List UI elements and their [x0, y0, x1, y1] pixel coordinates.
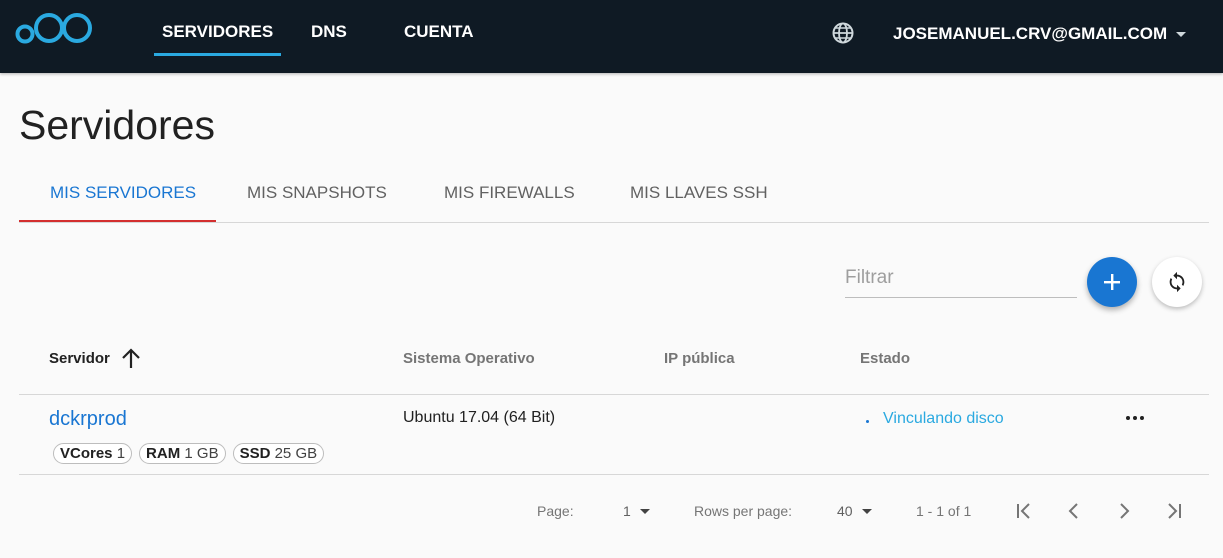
status-spinner-icon — [866, 420, 869, 423]
tab-mis-servidores[interactable]: MIS SERVIDORES — [50, 183, 196, 203]
server-spec-chips: VCores 1 RAM 1 GB SSD 25 GB — [53, 443, 325, 464]
user-email[interactable]: JOSEMANUEL.CRV@GMAIL.COM — [893, 24, 1167, 44]
refresh-button[interactable] — [1152, 257, 1202, 307]
chip-ram: RAM 1 GB — [139, 443, 226, 464]
tab-mis-llaves-ssh[interactable]: MIS LLAVES SSH — [630, 183, 768, 203]
column-header-servidor[interactable]: Servidor — [49, 350, 110, 367]
chip-label: VCores — [60, 445, 113, 462]
plus-icon — [1104, 274, 1120, 290]
tab-mis-firewalls[interactable]: MIS FIREWALLS — [444, 183, 575, 203]
page-caret-down-icon[interactable] — [640, 509, 650, 514]
chip-label: SSD — [239, 445, 271, 462]
more-horizontal-icon[interactable] — [1125, 408, 1145, 428]
header-divider — [19, 394, 1209, 395]
arrow-up-icon[interactable] — [120, 346, 142, 370]
row-divider — [19, 474, 1209, 475]
column-header-sistema-operativo[interactable]: Sistema Operativo — [403, 350, 535, 367]
logo[interactable] — [14, 10, 94, 46]
pagination-range: 1 - 1 of 1 — [916, 503, 972, 519]
chip-ssd: SSD 25 GB — [232, 443, 325, 464]
active-tab-indicator — [19, 220, 216, 222]
page-label: Page: — [537, 503, 574, 519]
server-os: Ubuntu 17.04 (64 Bit) — [403, 409, 556, 426]
chip-value: 1 GB — [184, 445, 219, 462]
server-name-link[interactable]: dckrprod — [49, 408, 127, 431]
tab-bar: MIS SERVIDORES MIS SNAPSHOTS MIS FIREWAL… — [19, 163, 1209, 223]
filter-input[interactable] — [845, 258, 1077, 298]
caret-down-icon[interactable] — [1176, 32, 1186, 37]
nav-cuenta[interactable]: CUENTA — [404, 22, 474, 42]
nav-dns[interactable]: DNS — [311, 22, 347, 42]
chip-value: 1 — [116, 445, 126, 462]
last-page-icon[interactable] — [1163, 499, 1185, 523]
add-server-button[interactable] — [1087, 257, 1137, 307]
first-page-icon[interactable] — [1013, 499, 1035, 523]
chip-vcores: VCores 1 — [53, 443, 133, 464]
page-select-value[interactable]: 1 — [623, 503, 631, 519]
previous-page-icon[interactable] — [1063, 499, 1085, 523]
column-header-ip-publica[interactable]: IP pública — [664, 350, 735, 367]
nav-servidores[interactable]: SERVIDORES — [153, 22, 282, 56]
tab-mis-snapshots[interactable]: MIS SNAPSHOTS — [247, 183, 387, 203]
globe-icon[interactable] — [831, 21, 855, 45]
rows-per-page-value[interactable]: 40 — [837, 503, 853, 519]
chip-label: RAM — [146, 445, 181, 462]
refresh-icon — [1169, 271, 1185, 293]
rows-caret-down-icon[interactable] — [862, 509, 872, 514]
chip-value: 25 GB — [274, 445, 318, 462]
rows-per-page-label: Rows per page: — [694, 503, 793, 519]
top-navbar: SERVIDORES DNS CUENTA JOSEMANUEL.CRV@GMA… — [0, 0, 1223, 73]
next-page-icon[interactable] — [1113, 499, 1135, 523]
server-status: Vinculando disco — [883, 410, 1004, 427]
column-header-estado[interactable]: Estado — [860, 350, 910, 367]
page-title: Servidores — [19, 102, 215, 148]
